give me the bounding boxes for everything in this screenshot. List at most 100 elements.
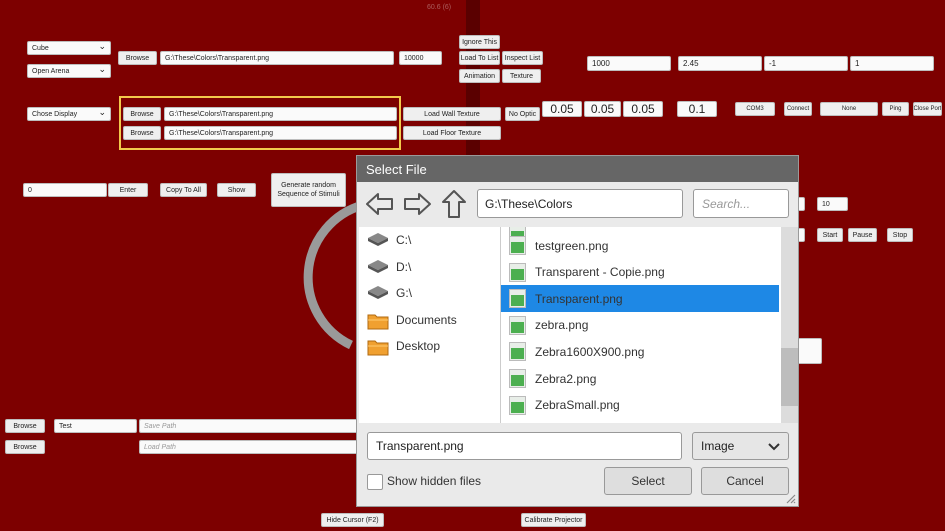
ping-button[interactable]: Ping <box>882 102 909 116</box>
fps-label: 60.6 (6) <box>427 4 452 11</box>
copy-to-all-button[interactable]: Copy To All <box>160 183 207 197</box>
y-field[interactable]: 1 <box>850 56 934 71</box>
arena-select[interactable]: Open Arena <box>27 64 111 78</box>
file-row[interactable]: Zebra2.png <box>501 365 779 392</box>
file-row[interactable]: testgreen.png <box>501 232 779 259</box>
folder-icon <box>367 312 389 329</box>
drive-item[interactable]: Documents <box>367 309 457 331</box>
floor-path-field[interactable]: G:\These\Colors\Transparent.png <box>164 126 397 140</box>
drive-item[interactable]: G:\ <box>367 282 412 304</box>
generate-sequence-button[interactable]: Generate random Sequence of Stimuli <box>271 173 346 207</box>
file-row[interactable]: Zebra1600X900.png <box>501 338 779 365</box>
path-input[interactable]: G:\These\Colors <box>477 189 683 218</box>
filetype-label: Image <box>701 439 735 453</box>
file-label: zebra.png <box>535 318 589 333</box>
dialog-title: Select File <box>357 156 798 182</box>
select-button[interactable]: Select <box>604 467 692 495</box>
drive-label: Desktop <box>396 339 441 353</box>
file-label: testgreen.png <box>535 238 609 253</box>
drive-item[interactable]: Desktop <box>367 335 440 357</box>
speed-field[interactable]: 1000 <box>587 56 671 71</box>
files-panel: testgreen.png Transparent - Copie.png Tran… <box>501 227 781 423</box>
scale-b-field[interactable]: 0.05 <box>584 101 621 117</box>
drive-label: Documents <box>396 312 457 327</box>
wall-path-field[interactable]: G:\These\Colors\Transparent.png <box>164 107 397 121</box>
value-input[interactable]: 0 <box>23 183 107 197</box>
search-input[interactable]: Search... <box>693 189 789 218</box>
image-file-icon <box>509 315 526 335</box>
ignore-this-button[interactable]: Ignore This <box>459 35 500 49</box>
test-field[interactable]: Test <box>54 419 137 433</box>
texture-button[interactable]: Texture <box>502 69 541 83</box>
no-optic-button[interactable]: No Optic <box>505 107 540 121</box>
count-field[interactable]: 10 <box>817 197 848 211</box>
image-file-icon <box>509 342 526 362</box>
drive-label: C:\ <box>396 233 412 247</box>
show-button[interactable]: Show <box>217 183 256 197</box>
chevron-down-icon <box>768 443 780 451</box>
generate-sequence-label: Generate random Sequence of Stimuli <box>277 182 340 198</box>
file-label: Transparent - Copie.png <box>535 265 665 280</box>
drives-panel: C:\ D:\ G:\ Documents Desktop <box>359 227 501 423</box>
drive-label: G:\ <box>396 286 413 300</box>
close-port-button[interactable]: Close Port <box>913 102 942 116</box>
file-row[interactable]: Transparent - Copie.png <box>501 259 779 286</box>
edge-field[interactable]: 0.1 <box>677 101 717 117</box>
drive-icon <box>367 285 389 301</box>
scrollbar-thumb[interactable] <box>781 348 798 406</box>
scale-c-field[interactable]: 0.05 <box>623 101 663 117</box>
x-field[interactable]: -1 <box>764 56 848 71</box>
inspect-list-button[interactable]: Inspect List <box>502 51 543 65</box>
save-browse-button[interactable]: Browse <box>5 419 45 433</box>
com-port-button[interactable]: COM3 <box>735 102 775 116</box>
connect-button[interactable]: Connect <box>784 102 812 116</box>
shape-select[interactable]: Cube <box>27 41 111 55</box>
back-arrow-icon[interactable] <box>363 188 397 220</box>
image-file-icon <box>509 369 526 388</box>
file-label: Zebra2.png <box>535 371 597 386</box>
resize-grip-icon[interactable] <box>786 494 796 504</box>
show-hidden-label: Show hidden files <box>387 474 482 488</box>
partial-panel <box>795 338 822 364</box>
select-file-dialog: Select File G:\These\Colors Search... C:… <box>356 155 799 507</box>
animation-button[interactable]: Animation <box>459 69 500 83</box>
file-row[interactable]: zebra.png <box>501 312 779 339</box>
file-row[interactable]: ZebraSmall.png <box>501 392 779 419</box>
number-field[interactable]: 10000 <box>399 51 442 65</box>
file-row[interactable]: Transparent.png <box>501 285 779 313</box>
hide-cursor-button[interactable]: Hide Cursor (F2) <box>321 513 384 527</box>
drive-item[interactable]: C:\ <box>367 229 411 251</box>
load-path-field[interactable]: Load Path <box>139 440 359 454</box>
save-path-field[interactable]: Save Path <box>139 419 359 433</box>
wall-floor-highlight <box>119 96 401 150</box>
wall-browse-button[interactable]: Browse <box>123 107 161 121</box>
forward-arrow-icon[interactable] <box>400 188 434 220</box>
calibrate-projector-button[interactable]: Calibrate Projector <box>521 513 586 527</box>
up-arrow-icon[interactable] <box>437 188 471 220</box>
display-select[interactable]: Chose Display <box>27 107 111 121</box>
filename-input[interactable]: Transparent.png <box>367 432 682 460</box>
filetype-select[interactable]: Image <box>692 432 789 460</box>
image-file-icon <box>509 262 526 282</box>
none-button[interactable]: None <box>820 102 878 116</box>
pause-button[interactable]: Pause <box>848 228 877 242</box>
texture-path-field[interactable]: G:\These\Colors\Transparent.png <box>160 51 394 65</box>
load-browse-button[interactable]: Browse <box>5 440 45 454</box>
enter-button[interactable]: Enter <box>108 183 148 197</box>
start-button[interactable]: Start <box>817 228 843 242</box>
browse-button[interactable]: Browse <box>118 51 157 65</box>
scale-a-field[interactable]: 0.05 <box>542 101 582 117</box>
load-wall-texture-button[interactable]: Load Wall Texture <box>403 107 501 121</box>
drive-item[interactable]: D:\ <box>367 256 411 278</box>
cancel-button[interactable]: Cancel <box>701 467 789 495</box>
load-to-list-button[interactable]: Load To List <box>459 51 500 65</box>
drive-label: D:\ <box>396 259 412 274</box>
show-hidden-checkbox[interactable] <box>367 474 383 490</box>
image-file-icon <box>509 236 526 255</box>
folder-icon <box>367 338 389 356</box>
load-floor-texture-button[interactable]: Load Floor Texture <box>403 126 501 140</box>
file-label: ZebraSmall.png <box>535 398 620 413</box>
floor-browse-button[interactable]: Browse <box>123 126 161 140</box>
rate-field[interactable]: 2.45 <box>678 56 762 71</box>
stop-button[interactable]: Stop <box>887 228 913 242</box>
